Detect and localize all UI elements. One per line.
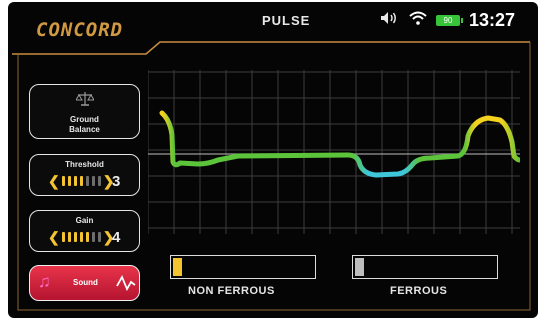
sound-label: Sound <box>73 278 98 287</box>
threshold-bar <box>85 176 89 186</box>
gain-bar <box>79 232 83 242</box>
threshold-bar <box>79 176 83 186</box>
gain-bar <box>61 232 65 242</box>
gain-value: 4 <box>112 229 121 246</box>
clock: 13:27 <box>469 9 516 30</box>
threshold-bar <box>67 176 71 186</box>
ferrous-label: FERROUS <box>390 285 448 297</box>
battery-icon: 90 <box>436 14 463 26</box>
gain-bar <box>73 232 77 242</box>
threshold-control[interactable]: Threshold ❮ ❯ 3 <box>29 154 140 196</box>
music-note-icon: ♫ <box>38 272 51 291</box>
threshold-label: Threshold <box>65 160 104 169</box>
status-bar: 90 13:27 <box>380 10 515 30</box>
signal-graph <box>148 70 520 234</box>
ground-balance-label-line1: Ground <box>70 115 99 124</box>
gain-bar <box>67 232 71 242</box>
gain-label: Gain <box>75 216 94 225</box>
chevron-left-icon[interactable]: ❮ <box>48 174 60 188</box>
brand-logo: CONCORD <box>36 19 124 41</box>
ground-balance-label: Ground Balance <box>30 115 139 135</box>
waveform-icon <box>116 274 136 297</box>
battery-level: 90 <box>443 15 453 25</box>
wifi-icon[interactable] <box>409 11 427 30</box>
detector-screen: CONCORD PULSE 90 13:27 Ground Balance Th… <box>8 2 538 318</box>
ferrous-meter-fill <box>355 258 364 276</box>
search-mode-label: PULSE <box>262 13 311 28</box>
ground-balance-button[interactable]: Ground Balance <box>29 84 140 139</box>
gain-stepper: ❮ ❯ <box>48 230 114 244</box>
chevron-left-icon[interactable]: ❮ <box>48 230 60 244</box>
gain-control[interactable]: Gain ❮ ❯ 4 <box>29 210 140 252</box>
gain-bar <box>97 232 101 242</box>
non-ferrous-meter <box>170 255 316 279</box>
threshold-bar <box>91 176 95 186</box>
threshold-bar <box>61 176 65 186</box>
threshold-bar <box>73 176 77 186</box>
speaker-icon[interactable] <box>380 11 400 30</box>
signal-trace <box>159 110 520 178</box>
sound-button[interactable]: ♫ Sound <box>29 265 140 301</box>
scale-icon <box>75 91 95 112</box>
gain-bar <box>91 232 95 242</box>
non-ferrous-meter-fill <box>173 258 182 276</box>
ground-balance-label-line2: Balance <box>69 125 100 134</box>
threshold-stepper: ❮ ❯ <box>48 174 114 188</box>
non-ferrous-label: NON FERROUS <box>188 285 275 297</box>
gain-bar <box>85 232 89 242</box>
ferrous-meter <box>352 255 498 279</box>
threshold-bar <box>97 176 101 186</box>
threshold-value: 3 <box>112 173 121 190</box>
